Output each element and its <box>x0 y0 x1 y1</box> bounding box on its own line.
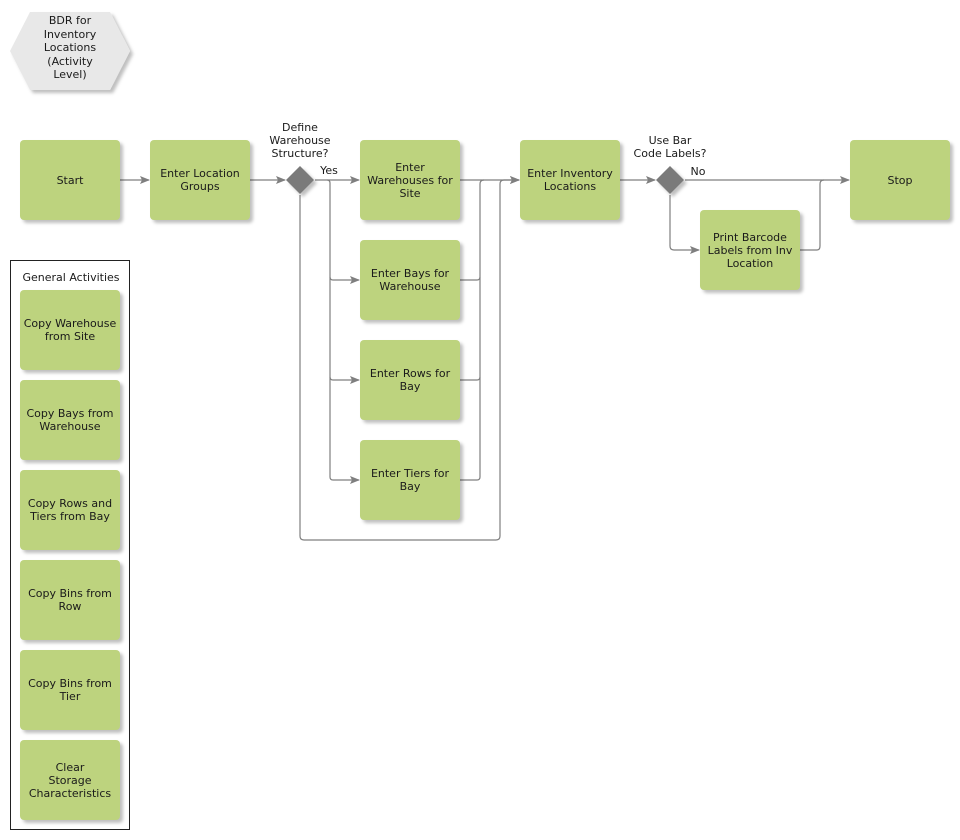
activity-label: Enter Tiers for Bay <box>370 467 450 493</box>
activity-label: Copy Warehouse from Site <box>23 317 117 343</box>
gateway-use-barcode-no-label: No <box>690 165 706 178</box>
connector-gateway-to-tiers <box>329 377 360 484</box>
connector-gateway-to-print <box>669 195 700 254</box>
gateway-define-structure-yes-label: Yes <box>320 164 338 177</box>
general-activity-clear-storage[interactable]: Clear Storage Characteristics <box>20 740 120 820</box>
activity-enter-warehouses[interactable]: Enter Warehouses for Site <box>360 140 460 220</box>
activity-label: Print Barcode Labels from Inv Location <box>707 230 793 270</box>
gateway-define-structure <box>286 166 314 194</box>
connector-gateway-to-bays <box>326 179 360 284</box>
connector-tiers-to-merge <box>460 377 481 481</box>
general-activity-copy-bins-row[interactable]: Copy Bins from Row <box>20 560 120 640</box>
activity-label: Stop <box>887 173 913 187</box>
activity-label: Copy Bins from Tier <box>28 677 112 703</box>
activity-label: Copy Bays from Warehouse <box>26 407 114 433</box>
activity-label: Enter Warehouses for Site <box>367 160 453 200</box>
general-activity-copy-warehouse[interactable]: Copy Warehouse from Site <box>20 290 120 370</box>
activity-label: Copy Bins from Row <box>28 587 112 613</box>
activity-label: Clear Storage Characteristics <box>28 760 112 800</box>
activity-label: Enter Location Groups <box>160 167 240 193</box>
connector-rows-to-merge <box>460 277 481 381</box>
activity-enter-bays[interactable]: Enter Bays for Warehouse <box>360 240 460 320</box>
gateway-define-structure-question: Define Warehouse Structure? <box>269 121 331 160</box>
connector-gateway-to-rows <box>329 277 360 384</box>
activity-label: Enter Bays for Warehouse <box>370 267 450 293</box>
diagram-title: BDR for Inventory Locations (Activity Le… <box>43 14 97 81</box>
activity-enter-location-groups[interactable]: Enter Location Groups <box>150 140 250 220</box>
connector-print-to-stop <box>800 179 825 251</box>
activity-enter-inventory-locations[interactable]: Enter Inventory Locations <box>520 140 620 220</box>
activity-label: Enter Rows for Bay <box>369 367 451 393</box>
activity-label: Start <box>56 173 84 187</box>
diagram-canvas <box>10 12 850 541</box>
activity-print-barcode[interactable]: Print Barcode Labels from Inv Location <box>700 210 800 290</box>
general-activity-copy-rows-tiers[interactable]: Copy Rows and Tiers from Bay <box>20 470 120 550</box>
gateway-use-barcode-question: Use Bar Code Labels? <box>633 134 707 160</box>
activity-enter-tiers[interactable]: Enter Tiers for Bay <box>360 440 460 520</box>
general-activity-copy-bays[interactable]: Copy Bays from Warehouse <box>20 380 120 460</box>
activity-label: Enter Inventory Locations <box>527 167 613 193</box>
activity-start[interactable]: Start <box>20 140 120 220</box>
connector-bays-to-merge <box>460 179 485 281</box>
activity-label: Copy Rows and Tiers from Bay <box>27 497 113 523</box>
activity-enter-rows[interactable]: Enter Rows for Bay <box>360 340 460 420</box>
general-activity-copy-bins-tier[interactable]: Copy Bins from Tier <box>20 650 120 730</box>
general-activities-title: General Activities <box>22 271 120 284</box>
activity-stop[interactable]: Stop <box>850 140 950 220</box>
gateway-use-barcode <box>656 166 684 194</box>
